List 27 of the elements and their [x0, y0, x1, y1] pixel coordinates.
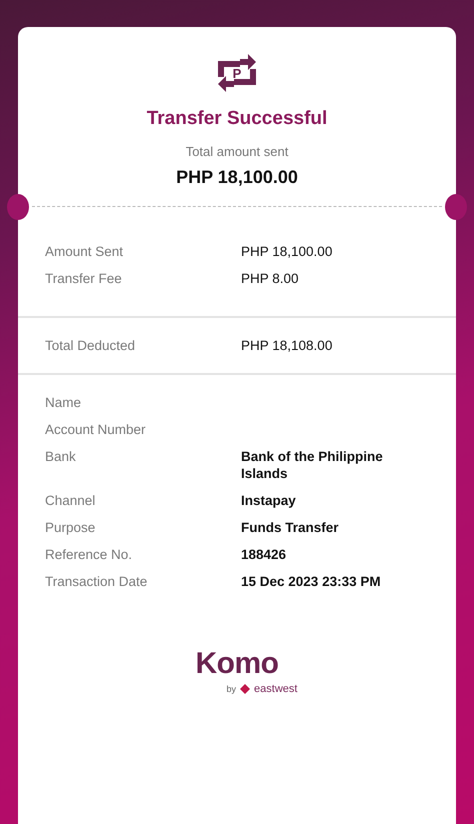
status-title: Transfer Successful: [146, 107, 328, 131]
ticket-notch: [7, 194, 29, 220]
field-label: Transfer Fee: [45, 270, 123, 287]
field-value: PHP 18,100.00: [241, 243, 334, 260]
brand-logo: Komo: [196, 649, 278, 679]
field-label: Name: [45, 394, 82, 411]
field-label: Channel: [45, 492, 96, 509]
field-label: Purpose: [45, 519, 96, 536]
field-value: Instapay: [241, 492, 297, 509]
field-value: PHP 18,108.00: [241, 337, 334, 354]
field-label: Reference No.: [45, 546, 134, 563]
field-value: Bank of the Philippine Islands: [241, 448, 384, 482]
field-label: Account Number: [45, 421, 147, 438]
by-label: by: [226, 682, 236, 696]
field-label: Bank: [45, 448, 77, 466]
field-value: 188426: [241, 546, 288, 563]
diamond-icon: [240, 684, 250, 694]
field-label: Amount Sent: [45, 243, 124, 260]
total-amount: PHP 18,100.00: [176, 166, 298, 189]
amount-caption: Total amount sent: [186, 142, 288, 160]
field-label: Transaction Date: [45, 573, 148, 590]
field-value: Funds Transfer: [241, 519, 340, 536]
ticket-notch: [445, 194, 467, 220]
field-value: PHP 8.00: [241, 270, 300, 287]
partner-name: eastwest: [254, 682, 298, 697]
field-label: Total Deducted: [45, 337, 136, 354]
field-value: 15 Dec 2023 23:33 PM: [241, 573, 382, 590]
